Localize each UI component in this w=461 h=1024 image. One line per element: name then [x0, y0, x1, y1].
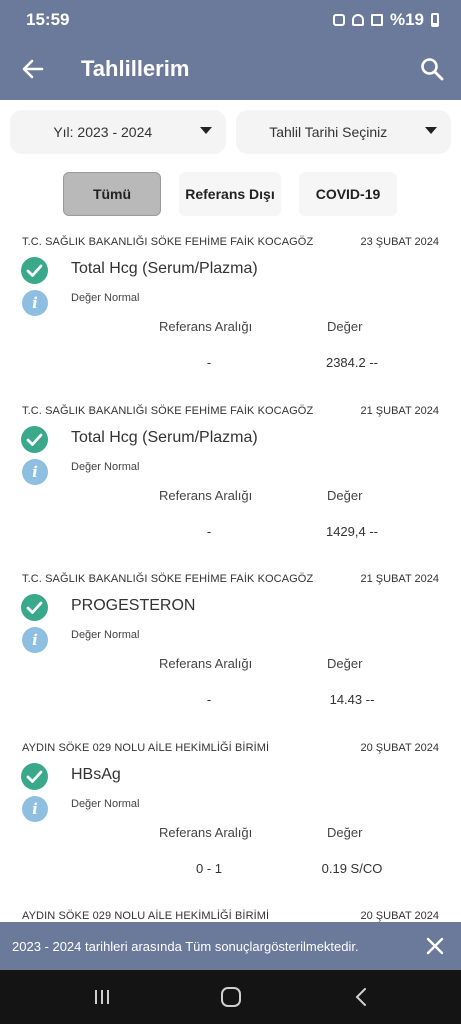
- close-icon[interactable]: [425, 936, 445, 956]
- result-status: Değer Normal: [71, 797, 140, 810]
- info-icon[interactable]: i: [22, 627, 48, 653]
- battery-icon: [431, 13, 439, 27]
- date-select-label: Tahlil Tarihi Seçiniz: [269, 124, 388, 140]
- reference-value: -: [206, 523, 212, 539]
- institution-name: T.C. SAĞLIK BAKANLIĞI SÖKE FEHİME FAİK K…: [22, 404, 314, 417]
- result-status: Değer Normal: [71, 629, 140, 641]
- page-title: Tahlillerim: [81, 56, 190, 81]
- tab-all[interactable]: Tümü: [63, 172, 161, 216]
- result-value: 14.43 --: [329, 692, 375, 707]
- reference-header: Referans Aralığı: [159, 656, 253, 671]
- result-status: Değer Normal: [71, 460, 140, 473]
- info-icon[interactable]: i: [22, 458, 48, 485]
- reference-value: -: [206, 355, 212, 370]
- result-status: Değer Normal: [71, 292, 140, 304]
- result-card[interactable]: AYDIN SÖKE 029 NOLU AİLE HEKİMLİĞİ BİRİM…: [0, 736, 461, 905]
- reference-header: Referans Aralığı: [159, 824, 253, 840]
- result-value: 1429,4 --: [325, 523, 379, 539]
- reference-value: -: [206, 692, 212, 707]
- test-name: HBsAg: [71, 765, 121, 783]
- value-header: Değer: [327, 319, 363, 334]
- result-card[interactable]: T.C. SAĞLIK BAKANLIĞI SÖKE FEHİME FAİK K…: [0, 399, 461, 568]
- home-icon[interactable]: [221, 987, 241, 1007]
- snackbar: 2023 - 2024 tarihleri arasında Tüm sonuç…: [0, 922, 461, 970]
- reference-header: Referans Aralığı: [159, 319, 253, 334]
- caret-down-icon: [425, 127, 437, 134]
- result-card[interactable]: T.C. SAĞLIK BAKANLIĞI SÖKE FEHİME FAİK K…: [0, 230, 461, 399]
- result-value: 2384.2 --: [325, 355, 379, 370]
- caret-down-icon: [199, 127, 212, 134]
- tab-covid[interactable]: COVID-19: [299, 172, 397, 216]
- app-bar: Tahlillerim: [0, 40, 461, 100]
- check-circle-icon: [21, 257, 48, 284]
- institution-name: T.C. SAĞLIK BAKANLIĞI SÖKE FEHİME FAİK K…: [22, 236, 314, 248]
- reference-value: 0 - 1: [195, 860, 222, 876]
- status-icons: %19: [332, 10, 439, 30]
- search-icon[interactable]: [419, 56, 445, 82]
- signal-icon: [370, 14, 383, 26]
- system-nav-bar: [0, 970, 461, 1024]
- result-value: 0.19 S/CO: [321, 860, 383, 876]
- result-date: 23 ŞUBAT 2024: [360, 236, 439, 248]
- institution-name: T.C. SAĞLIK BAKANLIĞI SÖKE FEHİME FAİK K…: [22, 573, 314, 585]
- back-icon[interactable]: [353, 988, 371, 1006]
- value-header: Değer: [327, 656, 363, 671]
- result-date: 21 ŞUBAT 2024: [360, 573, 439, 585]
- snackbar-message: 2023 - 2024 tarihleri arasında Tüm sonuç…: [12, 938, 359, 954]
- status-bar: 15:59 %19: [0, 0, 461, 40]
- result-date: 20 ŞUBAT 2024: [360, 910, 439, 922]
- check-circle-icon: [21, 762, 48, 790]
- result-date: 20 ŞUBAT 2024: [360, 741, 439, 754]
- year-select-label: Yıl: 2023 - 2024: [53, 124, 153, 140]
- test-name: Total Hcg (Serum/Plazma): [71, 260, 258, 277]
- value-header: Değer: [327, 824, 363, 840]
- date-select[interactable]: Tahlil Tarihi Seçiniz: [235, 110, 451, 154]
- reference-header: Referans Aralığı: [159, 487, 253, 503]
- test-name: PROGESTERON: [71, 597, 196, 614]
- value-header: Değer: [327, 487, 363, 503]
- wifi-icon: [351, 14, 364, 26]
- check-circle-icon: [21, 594, 48, 621]
- test-name: Total Hcg (Serum/Plazma): [71, 428, 258, 446]
- battery-percent: %19: [389, 10, 424, 29]
- institution-name: AYDIN SÖKE 029 NOLU AİLE HEKİMLİĞİ BİRİM…: [22, 741, 270, 754]
- alarm-icon: [332, 14, 345, 26]
- tab-out-of-reference[interactable]: Referans Dışı: [179, 172, 281, 216]
- arrow-left-icon[interactable]: [20, 56, 46, 82]
- year-select[interactable]: Yıl: 2023 - 2024: [10, 110, 226, 154]
- result-card[interactable]: T.C. SAĞLIK BAKANLIĞI SÖKE FEHİME FAİK K…: [0, 567, 461, 736]
- tab-bar: Tümü Referans Dışı COVID-19: [63, 172, 397, 216]
- info-icon[interactable]: i: [22, 795, 48, 822]
- recent-apps-icon[interactable]: [93, 989, 111, 1005]
- results-list: T.C. SAĞLIK BAKANLIĞI SÖKE FEHİME FAİK K…: [0, 230, 461, 1024]
- info-icon[interactable]: i: [22, 290, 48, 316]
- check-circle-icon: [21, 425, 48, 453]
- filter-row: Yıl: 2023 - 2024 Tahlil Tarihi Seçiniz: [10, 110, 451, 154]
- institution-name: AYDIN SÖKE 029 NOLU AİLE HEKİMLİĞİ BİRİM…: [22, 910, 270, 922]
- result-date: 21 ŞUBAT 2024: [360, 404, 439, 417]
- status-time: 15:59: [26, 10, 70, 29]
